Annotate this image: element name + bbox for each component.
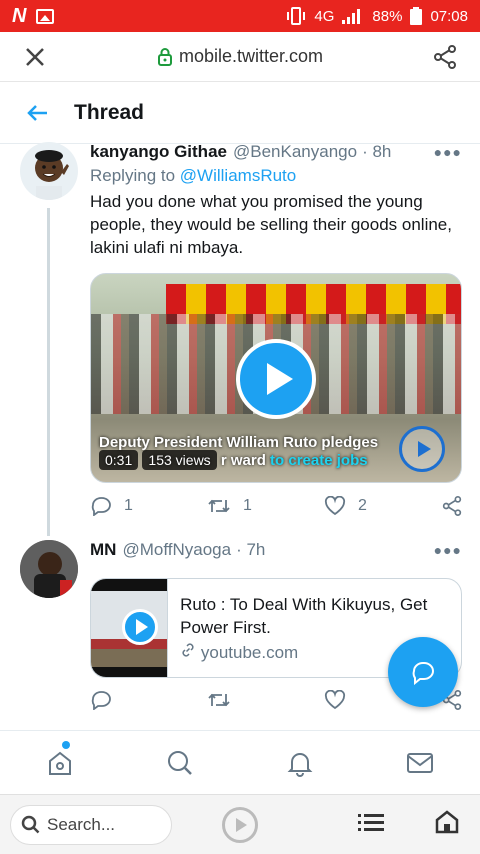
tweet-actions: 1 1 2 xyxy=(90,496,462,516)
battery-icon xyxy=(410,7,423,25)
tabs-list-button[interactable] xyxy=(358,812,384,837)
tweet-2[interactable]: MN @MoffNyaoga · 7h ●●● xyxy=(90,540,462,560)
display-name[interactable]: MN xyxy=(90,540,116,560)
close-button[interactable] xyxy=(0,47,70,67)
card-domain-text: youtube.com xyxy=(200,643,299,662)
retweet-icon xyxy=(208,499,230,513)
tab-home[interactable] xyxy=(30,740,90,777)
video-duration: 0:31 xyxy=(99,450,139,470)
network-type: 4G xyxy=(314,7,335,25)
video-embed[interactable]: Deputy President William Ruto pledges 0:… xyxy=(90,273,462,483)
reply-to-link[interactable]: @WilliamsRuto xyxy=(180,166,296,185)
more-icon[interactable]: ●●● xyxy=(434,144,462,160)
status-bar: N 4G 88% 07:08 xyxy=(0,0,480,32)
caption-end: to create jobs xyxy=(270,452,368,469)
list-icon xyxy=(358,814,384,831)
retweet-icon xyxy=(208,693,230,707)
avatar-photo-icon xyxy=(20,540,78,598)
clock: 07:08 xyxy=(430,7,468,25)
reply-icon xyxy=(91,497,111,516)
retweet-count: 1 xyxy=(243,497,252,514)
home-icon xyxy=(435,810,459,834)
avatar[interactable] xyxy=(20,142,78,200)
like-count: 2 xyxy=(358,497,367,514)
compose-button[interactable] xyxy=(388,637,458,707)
replying-to: Replying to @WilliamsRuto xyxy=(90,166,462,186)
battery-percent: 88% xyxy=(372,7,403,25)
signal-icon xyxy=(342,9,361,24)
url-display[interactable]: mobile.twitter.com xyxy=(70,46,410,67)
search-placeholder: Search... xyxy=(47,814,116,834)
page-title: Thread xyxy=(74,100,145,124)
back-arrow-icon xyxy=(27,104,47,121)
youtube-play-icon[interactable] xyxy=(399,426,445,472)
url-text: mobile.twitter.com xyxy=(178,46,324,66)
gallery-icon xyxy=(36,8,55,24)
reply-prefix: Replying to xyxy=(90,166,176,185)
timestamp: · 8h xyxy=(362,142,392,161)
search-icon xyxy=(21,815,40,833)
media-play-button[interactable] xyxy=(222,806,258,843)
app-badge: N xyxy=(12,4,27,27)
share-icon xyxy=(434,44,456,69)
compose-icon xyxy=(412,662,434,685)
browser-bottom-bar: Search... xyxy=(0,794,480,854)
vibrate-icon xyxy=(287,7,306,25)
thread-connector xyxy=(47,208,50,536)
share-tweet-button[interactable] xyxy=(442,496,462,516)
avatar-emoji-icon xyxy=(35,150,69,200)
reply-icon xyxy=(91,691,111,710)
like-button[interactable]: 2 xyxy=(324,496,441,516)
play-button[interactable] xyxy=(236,339,316,419)
tab-messages[interactable] xyxy=(390,751,450,775)
card-thumbnail xyxy=(91,579,169,677)
tab-notifications[interactable] xyxy=(270,749,330,777)
link-icon xyxy=(182,643,194,657)
card-title: Ruto : To Deal With Kikuyus, Get Power F… xyxy=(180,595,428,637)
thread-header: Thread xyxy=(0,82,480,144)
bottom-tab-bar xyxy=(0,730,480,794)
close-icon xyxy=(26,47,44,66)
notification-dot xyxy=(62,740,70,749)
like-icon xyxy=(324,496,346,516)
tweet-text: Had you done what you promised the young… xyxy=(90,192,452,257)
video-views: 153 views xyxy=(142,450,217,470)
video-caption: Deputy President William Ruto pledges xyxy=(99,434,379,451)
tab-search[interactable] xyxy=(150,749,210,777)
back-button[interactable] xyxy=(0,104,74,122)
retweet-button[interactable]: 1 xyxy=(207,497,324,515)
caption-mid: r ward xyxy=(220,452,266,469)
video-info-row: 0:31 153 views r ward to create jobs xyxy=(99,450,368,470)
home-icon xyxy=(49,751,71,775)
reply-button[interactable]: 1 xyxy=(90,496,207,516)
browser-home-button[interactable] xyxy=(434,809,460,840)
retweet-button[interactable] xyxy=(207,691,324,709)
like-icon xyxy=(324,690,346,710)
timestamp: · 7h xyxy=(236,540,266,559)
avatar[interactable] xyxy=(20,540,78,598)
share-icon xyxy=(442,496,462,516)
display-name[interactable]: kanyango Githae xyxy=(90,142,227,162)
browser-search-box[interactable]: Search... xyxy=(10,804,172,845)
reply-button[interactable] xyxy=(90,690,207,710)
handle[interactable]: @BenKanyango xyxy=(233,142,357,162)
search-icon xyxy=(168,750,192,775)
lock-icon xyxy=(157,47,172,66)
mail-icon xyxy=(407,752,433,773)
bell-icon xyxy=(287,752,313,777)
share-button[interactable] xyxy=(410,44,480,69)
tweet-1[interactable]: kanyango Githae @BenKanyango · 8h ●●● Re… xyxy=(90,142,462,259)
reply-count: 1 xyxy=(124,497,133,514)
play-icon xyxy=(122,609,158,645)
browser-url-bar: mobile.twitter.com xyxy=(0,32,480,82)
more-icon[interactable]: ●●● xyxy=(434,542,462,558)
handle[interactable]: @MoffNyaoga xyxy=(122,540,231,560)
